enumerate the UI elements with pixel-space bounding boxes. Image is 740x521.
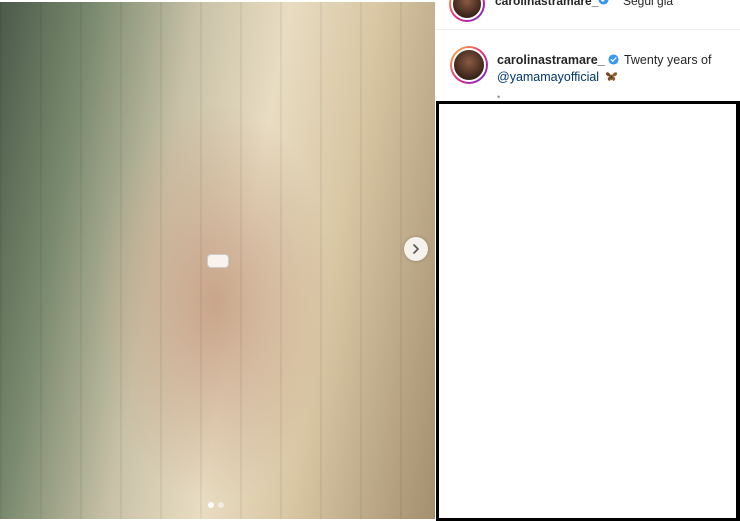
instagram-post-view: carolinastramare_ Segui già ••• carolina… xyxy=(0,0,740,521)
carousel-dot xyxy=(218,502,224,508)
carousel-dot-active xyxy=(208,502,214,508)
caption-mention-link[interactable]: @yamamayofficial xyxy=(497,70,599,84)
chevron-right-icon xyxy=(413,244,419,254)
more-options-icon[interactable]: ••• xyxy=(707,0,727,6)
verified-badge-icon xyxy=(598,0,609,5)
verified-badge-icon xyxy=(608,54,619,65)
butterfly-icon xyxy=(605,72,617,81)
post-header: carolinastramare_ Segui già ••• xyxy=(435,0,740,30)
caption-text: carolinastramare_ Twenty years of @yamam… xyxy=(497,52,727,86)
caption-avatar[interactable] xyxy=(450,46,488,84)
following-button[interactable]: Segui già xyxy=(623,0,673,8)
carousel-next-button[interactable] xyxy=(404,237,428,261)
photo-placeholder-label xyxy=(206,253,229,268)
caption-username[interactable]: carolinastramare_ xyxy=(497,53,605,67)
post-photo[interactable] xyxy=(0,2,435,519)
carousel-indicator xyxy=(208,502,224,508)
blank-overlay-panel xyxy=(436,101,740,521)
avatar[interactable] xyxy=(449,0,485,22)
header-username[interactable]: carolinastramare_ xyxy=(495,0,598,8)
caption-body: Twenty years of xyxy=(620,53,712,67)
post-caption: carolinastramare_ Twenty years of @yamam… xyxy=(445,44,730,104)
